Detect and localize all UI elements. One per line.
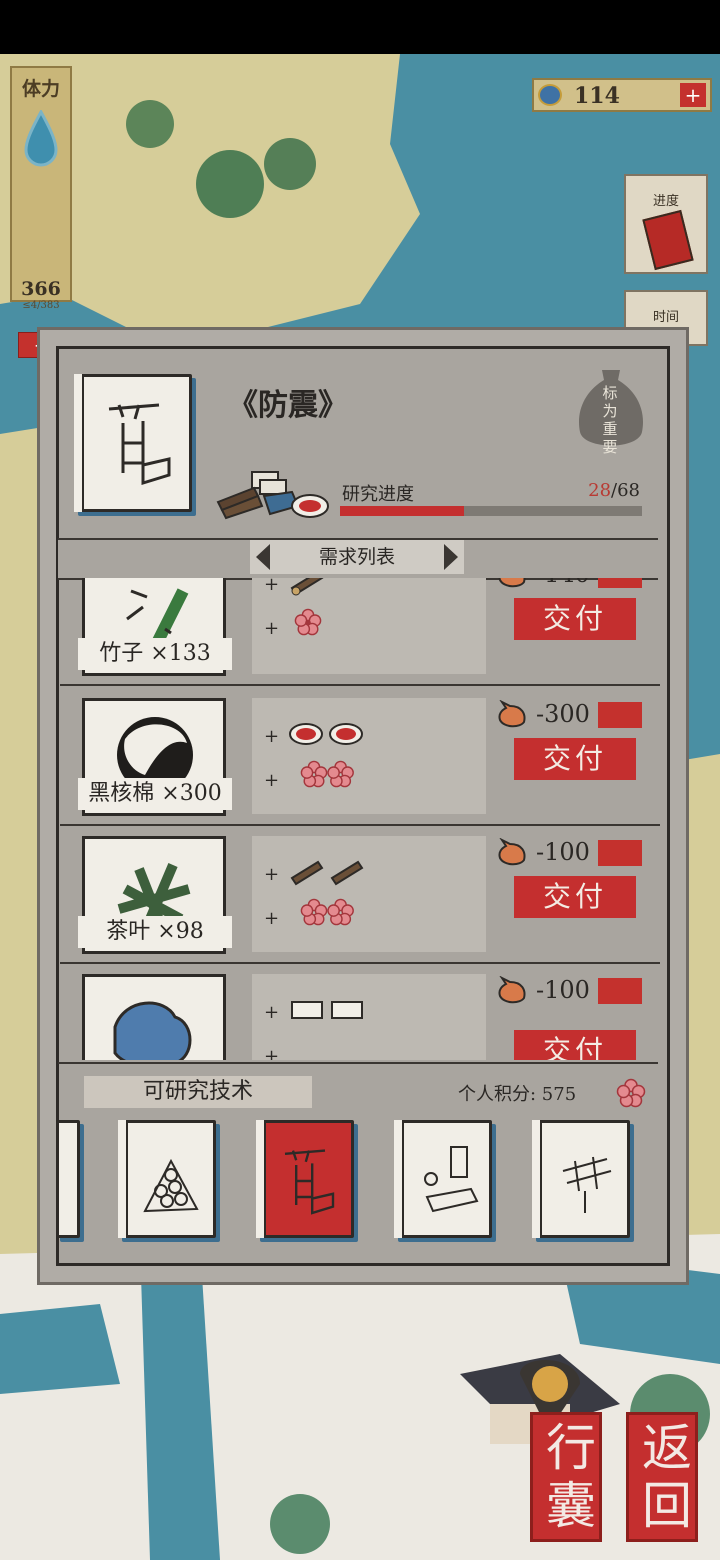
plus-sign: + <box>264 1046 280 1060</box>
research-progress-label: 研究进度 <box>342 484 414 505</box>
furniture-icon <box>424 1146 479 1213</box>
item-reward: -100 <box>496 837 646 868</box>
item-name: 茶叶 ×98 <box>78 916 232 948</box>
list-item: 竹子 ×133 + + -140 交付 <box>60 578 660 686</box>
tech-book-furniture[interactable] <box>394 1120 492 1238</box>
item-thumbnail <box>82 974 226 1060</box>
pouch-icon <box>498 975 526 1004</box>
research-progress-value: 28/68 <box>560 480 640 501</box>
reward-value: -100 <box>536 976 590 1004</box>
deliver-button[interactable]: 交付 <box>514 1030 636 1060</box>
status-bar <box>0 0 720 54</box>
tech-book-stacking[interactable] <box>118 1120 216 1238</box>
add-coins-button[interactable]: + <box>680 83 706 107</box>
secondary-side-button-label: 时间 <box>652 310 679 325</box>
blue-cloth-icon <box>113 1001 192 1060</box>
stamina-value: 366 <box>21 278 61 300</box>
plus-sign: + <box>264 864 280 885</box>
research-progress-current: 28 <box>588 480 612 501</box>
wood-logs-icon <box>290 860 364 886</box>
pouch-icon <box>498 699 526 728</box>
dye-dish-icon <box>289 723 363 745</box>
plus-sign: + <box>264 908 280 929</box>
list-item: + + -100 交付 <box>60 964 660 1060</box>
stacked-logs-icon <box>143 1158 199 1213</box>
mark-important-button[interactable]: 标为重要 <box>576 366 646 456</box>
research-progress-fill <box>340 506 464 516</box>
reward-value: -300 <box>536 700 590 728</box>
flower-icon <box>300 760 354 788</box>
bag-button-label: 行囊 <box>546 1419 596 1535</box>
item-name: 黑核棉 ×300 <box>78 778 232 810</box>
list-item: 黑核棉 ×300 + + -300 交付 <box>60 688 660 826</box>
item-cost: + + <box>252 974 486 1060</box>
coin-counter: 114 + <box>532 78 712 112</box>
antiseismic-icon <box>284 1149 335 1215</box>
stamina-label: 体力 <box>21 78 60 100</box>
tech-title: 《防震》 <box>228 388 348 423</box>
item-cost: + + <box>252 836 486 952</box>
item-cost: + + <box>252 578 486 674</box>
requirements-title: 需求列表 <box>250 540 464 574</box>
silk-bolt-icon <box>291 1001 363 1019</box>
view-icon[interactable] <box>598 702 642 728</box>
tech-book-partial[interactable] <box>56 1120 80 1238</box>
item-reward: -300 <box>496 699 646 730</box>
item-cost: + + <box>252 698 486 814</box>
requirements-list[interactable]: 竹子 ×133 + + -140 交付 黑核棉 ×300 + + <box>60 578 660 1060</box>
stamina-max: ≤4/383 <box>22 300 60 311</box>
pouch-icon <box>498 837 526 866</box>
reward-value: -100 <box>536 838 590 866</box>
beams-icon <box>562 1156 612 1213</box>
book-icon <box>642 209 694 271</box>
bag-button[interactable]: 行囊 <box>530 1412 602 1542</box>
progress-button[interactable]: 进度 <box>624 174 708 274</box>
tech-book-icon <box>74 374 192 512</box>
view-icon[interactable] <box>598 578 642 588</box>
view-icon[interactable] <box>598 978 642 1004</box>
plus-sign: + <box>264 578 280 595</box>
water-drop-icon <box>24 110 58 167</box>
tech-book-antiseismic-selected[interactable] <box>256 1120 354 1238</box>
tech-book-beams[interactable] <box>532 1120 630 1238</box>
pouch-icon <box>498 578 526 588</box>
researchable-tech-label: 可研究技术 <box>84 1076 312 1108</box>
flower-icon <box>294 608 322 636</box>
plus-sign: + <box>264 618 280 639</box>
item-reward: -140 <box>496 578 646 590</box>
stamina-meter: 体力 366 ≤4/383 + <box>10 66 72 358</box>
plus-sign: + <box>264 1002 280 1023</box>
progress-button-label: 进度 <box>652 194 679 209</box>
item-reward: -100 <box>496 975 646 1006</box>
coin-icon <box>538 84 562 106</box>
flower-icon <box>300 898 354 926</box>
deliver-button[interactable]: 交付 <box>514 598 636 640</box>
research-progress-total: /68 <box>611 480 640 501</box>
wood-logs-icon <box>290 578 324 596</box>
view-icon[interactable] <box>598 840 642 866</box>
research-resources-icon <box>216 471 329 520</box>
reward-value: -140 <box>536 578 590 588</box>
back-button-label: 返回 <box>642 1419 692 1535</box>
personal-points: 个人积分: 575 <box>458 1084 577 1105</box>
mark-important-label: 标为重要 <box>602 384 618 456</box>
research-progress-bar <box>340 506 642 516</box>
back-button[interactable]: 返回 <box>626 1412 698 1542</box>
flower-icon <box>616 1078 646 1108</box>
item-name: 竹子 ×133 <box>78 638 232 670</box>
plus-sign: + <box>264 770 280 791</box>
plus-sign: + <box>264 726 280 747</box>
coin-value: 114 <box>574 83 620 109</box>
deliver-button[interactable]: 交付 <box>514 738 636 780</box>
list-item: 茶叶 ×98 + + -100 交付 <box>60 826 660 964</box>
deliver-button[interactable]: 交付 <box>514 876 636 918</box>
